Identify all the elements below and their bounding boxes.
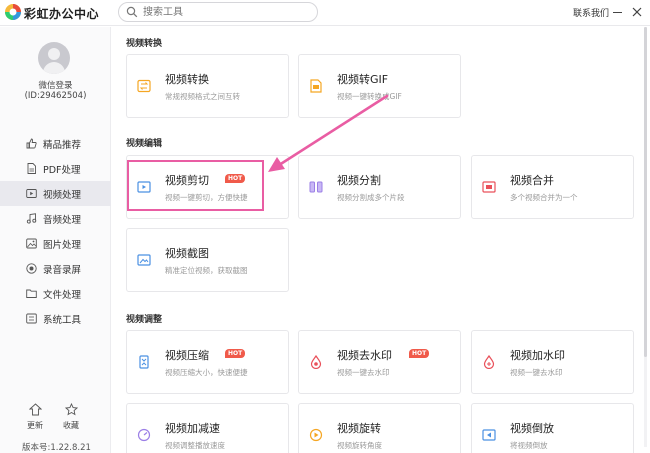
- contact-us-link[interactable]: 联系我们: [573, 6, 609, 19]
- card-video-reverse[interactable]: 视频倒放 将视频倒放: [471, 403, 634, 453]
- avatar-head: [48, 48, 60, 60]
- thumbs-up-icon: [26, 138, 37, 149]
- sidebar-item-recommend[interactable]: 精品推荐: [0, 131, 111, 156]
- app-title: 彩虹办公中心: [24, 7, 100, 21]
- video-compress-icon: [139, 355, 149, 369]
- card-title: 视频截图: [165, 247, 209, 260]
- card-video-convert[interactable]: 视频转换 常规视频格式之间互转: [126, 54, 289, 118]
- card-title: 视频加减速: [165, 422, 220, 435]
- minimize-button[interactable]: [613, 12, 622, 13]
- card-add-watermark[interactable]: 视频加水印 视频一键去水印: [471, 330, 634, 394]
- sidebar-item-file[interactable]: 文件处理: [0, 281, 111, 306]
- section-title-adjust: 视频调整: [126, 315, 163, 325]
- card-title: 视频分割: [337, 174, 381, 187]
- video-merge-icon: [482, 181, 496, 193]
- close-icon[interactable]: [632, 7, 642, 17]
- avatar-body: [43, 62, 65, 74]
- video-speed-icon: [137, 428, 151, 442]
- hot-badge: HOT: [409, 349, 430, 358]
- favorite-label: 收藏: [63, 421, 79, 430]
- music-icon: [26, 213, 37, 224]
- main-content: 视频转换 视频转换 常规视频格式之间互转 视频转GIF 视频一键转换成GIF 视…: [112, 27, 650, 453]
- favorite-button[interactable]: 收藏: [61, 403, 81, 431]
- card-desc: 视频调整播放速度: [165, 441, 225, 450]
- card-title: 视频转换: [165, 73, 209, 86]
- title-bar: 彩虹办公中心 联系我们: [0, 0, 650, 26]
- user-id: (ID:29462504): [24, 91, 87, 101]
- sidebar-item-label: 系统工具: [43, 315, 82, 326]
- sidebar-item-label: 图片处理: [43, 240, 82, 251]
- star-icon: [65, 403, 78, 416]
- card-title: 视频加水印: [510, 349, 565, 362]
- sidebar-item-video[interactable]: 视频处理: [0, 181, 111, 206]
- image-icon: [26, 238, 37, 249]
- search-icon: [126, 6, 138, 18]
- update-icon: [29, 403, 42, 416]
- card-title: 视频压缩: [165, 349, 209, 362]
- remove-watermark-icon: [310, 355, 322, 369]
- wechat-login-link[interactable]: 微信登录: [0, 79, 111, 91]
- card-video-compress[interactable]: 视频压缩 HOT 视频压缩大小，快速便捷: [126, 330, 289, 394]
- scrollbar[interactable]: [644, 27, 647, 447]
- record-icon: [26, 263, 37, 274]
- card-desc: 常规视频格式之间互转: [165, 92, 240, 101]
- sidebar-item-label: 录音录屏: [43, 265, 82, 276]
- card-desc: 视频一键转换成GIF: [337, 92, 402, 101]
- card-title: 视频转GIF: [337, 73, 389, 86]
- sidebar-item-label: 视频处理: [43, 190, 82, 201]
- sidebar-item-image[interactable]: 图片处理: [0, 231, 111, 256]
- card-desc: 视频旋转角度: [337, 441, 382, 450]
- video-rotate-icon: [309, 428, 323, 442]
- sidebar-item-label: 音频处理: [43, 215, 82, 226]
- card-desc: 视频压缩大小，快速便捷: [165, 368, 248, 377]
- sidebar-item-label: 文件处理: [43, 290, 82, 301]
- pdf-icon: [27, 163, 36, 174]
- tools-icon: [26, 313, 37, 324]
- search-input[interactable]: [143, 4, 313, 20]
- sidebar-item-record[interactable]: 录音录屏: [0, 256, 111, 281]
- sidebar: 微信登录 (ID:29462504) 精品推荐 PDF处理 视频处理 音频处理 …: [0, 27, 111, 453]
- card-desc: 精准定位视频，获取截图: [165, 266, 248, 275]
- folder-icon: [26, 289, 37, 298]
- card-video-merge[interactable]: 视频合并 多个视频合并为一个: [471, 155, 634, 219]
- card-desc: 视频一键去水印: [337, 368, 390, 377]
- card-remove-watermark[interactable]: 视频去水印 HOT 视频一键去水印: [298, 330, 461, 394]
- gif-icon: [310, 79, 322, 93]
- sidebar-item-label: PDF处理: [43, 165, 81, 176]
- sidebar-nav: 精品推荐 PDF处理 视频处理 音频处理 图片处理 录音录屏 文件处理 系统工具: [0, 131, 111, 331]
- sidebar-item-system[interactable]: 系统工具: [0, 306, 111, 331]
- card-title: 视频倒放: [510, 422, 554, 435]
- section-title-convert: 视频转换: [126, 39, 163, 49]
- card-video-split[interactable]: 视频分割 视频分割成多个片段: [298, 155, 461, 219]
- update-button[interactable]: 更新: [25, 403, 45, 431]
- sidebar-item-label: 精品推荐: [43, 140, 82, 151]
- card-desc: 视频一键去水印: [510, 368, 563, 377]
- section-title-edit: 视频编辑: [126, 139, 163, 149]
- card-video-to-gif[interactable]: 视频转GIF 视频一键转换成GIF: [298, 54, 461, 118]
- search-box[interactable]: [118, 2, 318, 22]
- video-split-icon: [309, 181, 323, 193]
- update-label: 更新: [27, 421, 43, 430]
- video-screenshot-icon: [137, 254, 151, 266]
- card-desc: 多个视频合并为一个: [510, 193, 578, 202]
- video-reverse-icon: [482, 429, 496, 441]
- avatar[interactable]: [38, 42, 70, 74]
- card-desc: 视频分割成多个片段: [337, 193, 405, 202]
- card-title: 视频旋转: [337, 422, 381, 435]
- card-video-rotate[interactable]: 视频旋转 视频旋转角度: [298, 403, 461, 453]
- sidebar-item-audio[interactable]: 音频处理: [0, 206, 111, 231]
- video-convert-icon: [137, 79, 151, 93]
- card-video-screenshot[interactable]: 视频截图 精准定位视频，获取截图: [126, 228, 289, 292]
- card-desc: 将视频倒放: [510, 441, 548, 450]
- app-logo-icon: [5, 4, 21, 20]
- hot-badge: HOT: [225, 349, 246, 358]
- card-title: 视频去水印: [337, 349, 392, 362]
- add-watermark-icon: [483, 355, 495, 369]
- sidebar-item-pdf[interactable]: PDF处理: [0, 156, 111, 181]
- card-video-speed[interactable]: 视频加减速 视频调整播放速度: [126, 403, 289, 453]
- video-icon: [26, 189, 37, 198]
- version-text: 版本号:1.22.8.21: [22, 443, 91, 453]
- highlight-box: [127, 160, 264, 211]
- card-title: 视频合并: [510, 174, 554, 187]
